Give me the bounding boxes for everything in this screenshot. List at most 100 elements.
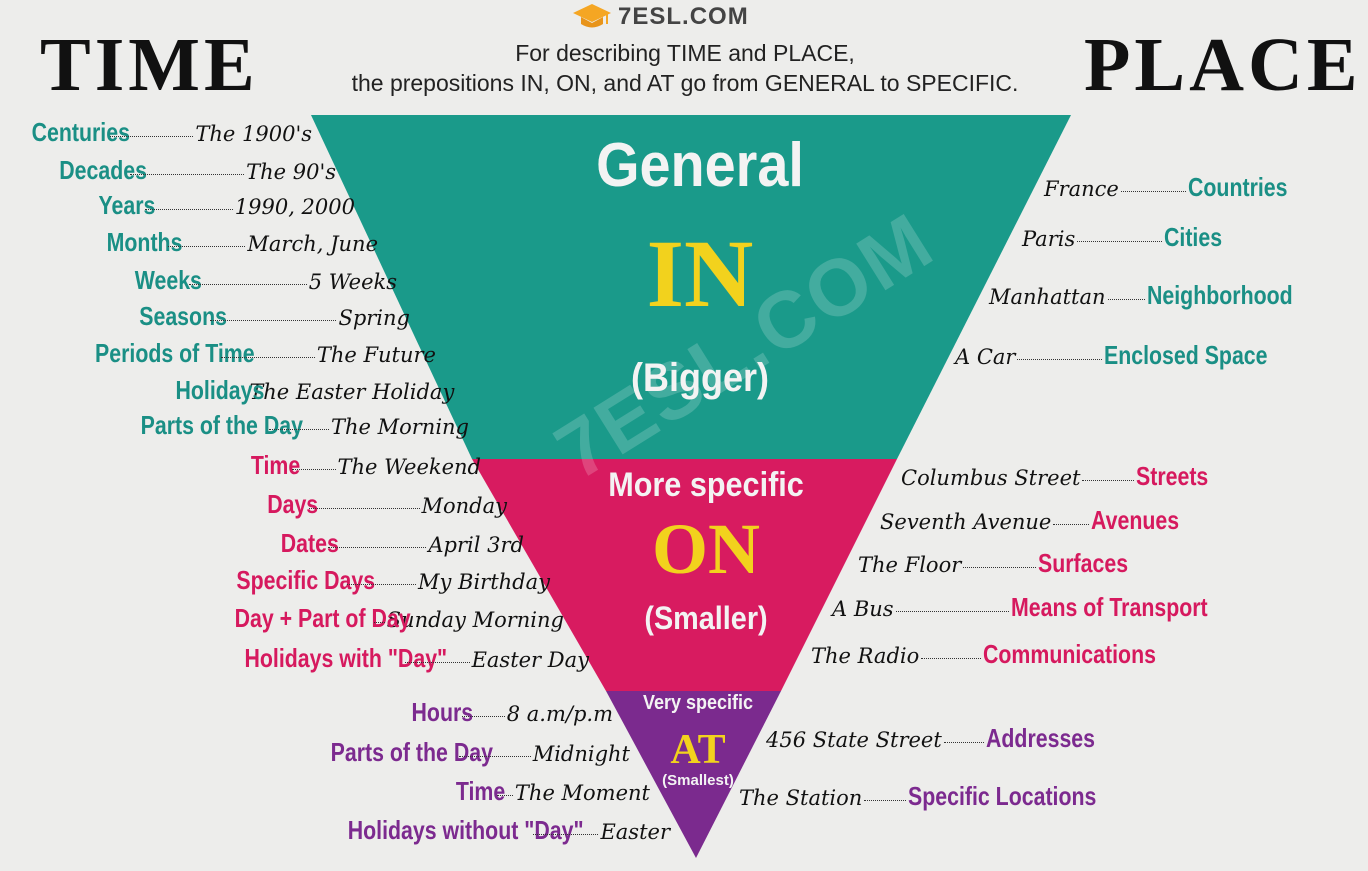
place-category: Means of Transport bbox=[1010, 592, 1208, 622]
time-category: Dates bbox=[280, 528, 339, 558]
dotted-leader bbox=[309, 508, 420, 509]
dotted-leader bbox=[129, 174, 245, 175]
time-category: Weeks bbox=[134, 265, 202, 295]
time-example: Easter Day bbox=[471, 648, 589, 672]
time-example: The Weekend bbox=[337, 455, 481, 479]
time-category: Periods of Time bbox=[95, 338, 255, 368]
time-category: Decades bbox=[59, 155, 147, 185]
time-category: Days bbox=[267, 489, 319, 519]
on-size-label: (Smaller) bbox=[644, 600, 768, 636]
place-row: 456 State Street Addresses bbox=[766, 723, 1095, 754]
time-row: Specific Days My Birthday bbox=[206, 565, 550, 596]
time-row: Seasons Spring bbox=[120, 301, 410, 332]
in-top-label: General bbox=[596, 131, 804, 200]
dotted-leader bbox=[110, 136, 194, 137]
time-example: Midnight bbox=[532, 742, 630, 766]
time-row: Years 1990, 2000 bbox=[86, 190, 355, 221]
place-example: The Station bbox=[739, 786, 863, 810]
place-example: 456 State Street bbox=[766, 728, 942, 752]
place-example: Columbus Street bbox=[901, 466, 1081, 490]
time-example: 1990, 2000 bbox=[234, 195, 355, 219]
time-example: The Easter Holiday bbox=[249, 380, 455, 404]
dotted-leader bbox=[533, 834, 599, 835]
place-category: Addresses bbox=[985, 723, 1096, 753]
time-row: Centuries The 1900's bbox=[10, 117, 312, 148]
time-category: Specific Days bbox=[236, 565, 376, 595]
time-row: Periods of Time The Future bbox=[60, 338, 436, 369]
place-category: Countries bbox=[1188, 172, 1288, 202]
dotted-leader bbox=[864, 800, 906, 801]
time-category: Holidays bbox=[175, 375, 265, 405]
time-row: Dates April 3rd bbox=[268, 528, 524, 559]
time-row: Days Monday bbox=[256, 489, 507, 520]
time-example: The Morning bbox=[330, 415, 469, 439]
time-row: Hours 8 a.m/p.m bbox=[398, 697, 613, 728]
time-category: Time bbox=[455, 776, 506, 806]
time-category: Centuries bbox=[31, 117, 130, 147]
time-example: The Future bbox=[316, 343, 436, 367]
time-row: Weeks 5 Weeks bbox=[120, 265, 397, 296]
dotted-leader bbox=[209, 320, 337, 321]
dotted-leader bbox=[373, 622, 385, 623]
time-category: Time bbox=[250, 450, 301, 480]
dotted-leader bbox=[145, 209, 233, 210]
time-category: Day + Part of Day bbox=[234, 603, 411, 633]
dotted-leader bbox=[943, 742, 984, 743]
time-category: Seasons bbox=[139, 301, 227, 331]
time-example: 5 Weeks bbox=[308, 270, 397, 294]
time-row: Holidays with "Day" Easter Day bbox=[200, 643, 589, 674]
time-row: Holidays without "Day" Easter bbox=[296, 815, 670, 846]
time-example: The Moment bbox=[514, 781, 650, 805]
dotted-leader bbox=[1107, 299, 1145, 300]
time-category: Holidays without "Day" bbox=[347, 815, 584, 845]
time-example: The 90's bbox=[246, 160, 336, 184]
time-category: Years bbox=[98, 190, 156, 220]
place-example: Paris bbox=[1022, 227, 1076, 251]
time-example: 8 a.m/p.m bbox=[506, 702, 613, 726]
dotted-leader bbox=[461, 716, 505, 717]
on-preposition: ON bbox=[652, 509, 760, 589]
place-example: Manhattan bbox=[989, 285, 1106, 309]
dotted-leader bbox=[1017, 359, 1103, 360]
place-row: Columbus Street Streets bbox=[901, 461, 1208, 492]
time-example: March, June bbox=[247, 232, 378, 256]
dotted-leader bbox=[1082, 480, 1134, 481]
time-example: My Birthday bbox=[417, 570, 550, 594]
place-example: The Radio bbox=[811, 644, 920, 668]
time-category: Parts of the Day bbox=[330, 737, 493, 767]
dotted-leader bbox=[459, 756, 531, 757]
place-row: The Floor Surfaces bbox=[858, 548, 1128, 579]
place-row: Paris Cities bbox=[1022, 222, 1222, 253]
time-example: Monday bbox=[421, 494, 508, 518]
time-example: Spring bbox=[338, 306, 410, 330]
place-category: Neighborhood bbox=[1146, 280, 1293, 310]
time-example: Sunday Morning bbox=[386, 608, 564, 632]
place-example: Seventh Avenue bbox=[880, 510, 1052, 534]
at-top-label: Very specific bbox=[642, 692, 754, 714]
time-category: Months bbox=[106, 227, 183, 257]
on-top-label: More specific bbox=[608, 466, 804, 504]
place-row: A Bus Means of Transport bbox=[832, 592, 1207, 623]
place-category: Avenues bbox=[1091, 505, 1180, 535]
place-row: The Station Specific Locations bbox=[739, 781, 1096, 812]
dotted-leader bbox=[346, 584, 416, 585]
place-row: A Car Enclosed Space bbox=[955, 340, 1268, 371]
place-category: Streets bbox=[1135, 461, 1208, 491]
time-row: Months March, June bbox=[90, 227, 378, 258]
dotted-leader bbox=[1120, 191, 1187, 192]
time-row: Decades The 90's bbox=[40, 155, 336, 186]
time-category: Holidays with "Day" bbox=[244, 643, 448, 673]
dotted-leader bbox=[221, 357, 315, 358]
dotted-leader bbox=[327, 547, 427, 548]
place-category: Cities bbox=[1164, 222, 1223, 252]
dotted-leader bbox=[269, 429, 329, 430]
dotted-leader bbox=[921, 658, 982, 659]
time-row: Time The Moment bbox=[445, 776, 650, 807]
place-category: Surfaces bbox=[1038, 548, 1129, 578]
time-category: Hours bbox=[411, 697, 474, 727]
place-example: The Floor bbox=[858, 553, 962, 577]
dotted-leader bbox=[1077, 241, 1163, 242]
place-category: Specific Locations bbox=[907, 781, 1097, 811]
time-example: Easter bbox=[600, 820, 670, 844]
dotted-leader bbox=[291, 469, 336, 470]
